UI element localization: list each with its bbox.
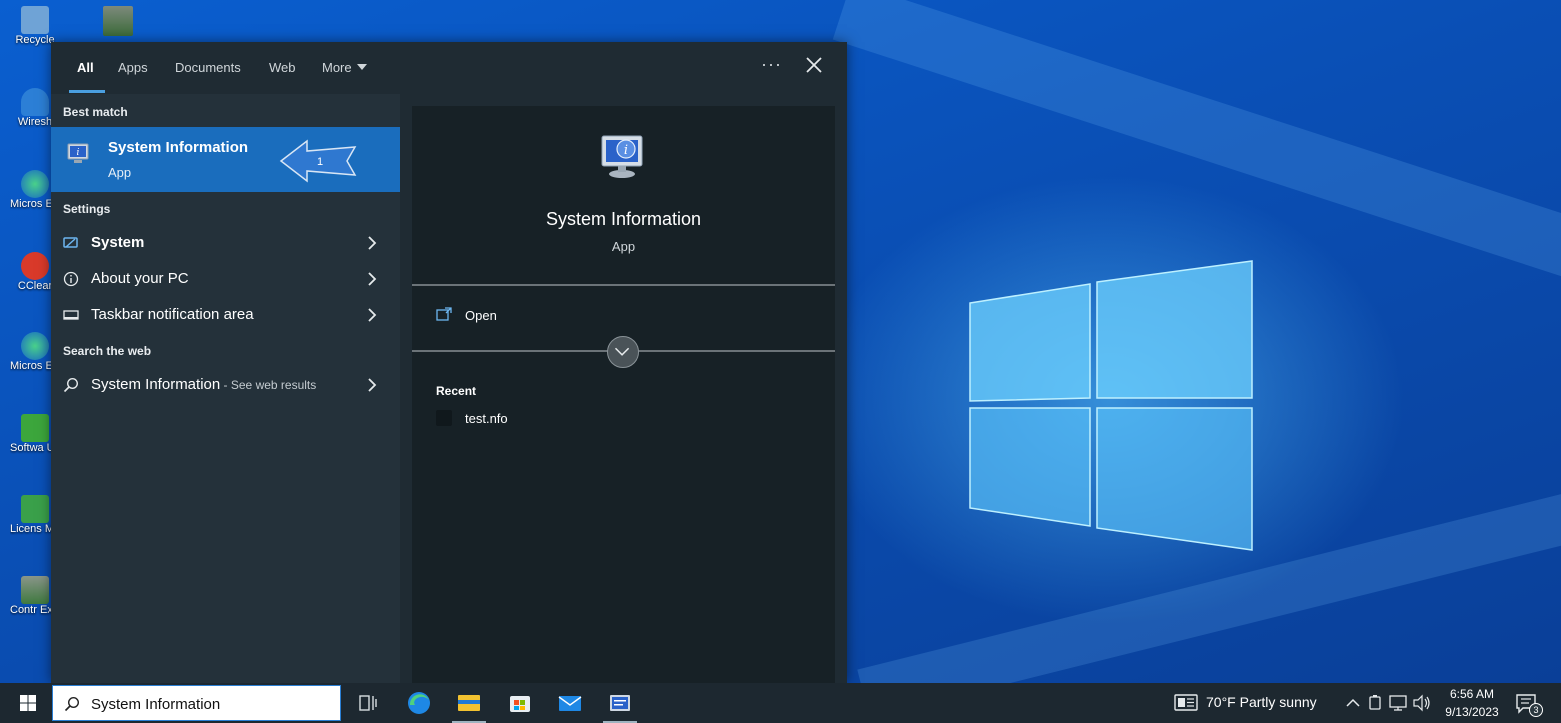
results-list: Best match i System Information App 1 Se… xyxy=(51,94,400,683)
control-expert-icon xyxy=(21,576,49,604)
clock-time: 6:56 AM xyxy=(1449,687,1495,701)
tab-documents[interactable]: Documents xyxy=(175,60,241,75)
divider xyxy=(412,284,835,286)
recent-item-label: test.nfo xyxy=(465,411,508,426)
web-search-result[interactable]: System Information - See web results xyxy=(51,368,400,402)
notification-count-badge: 3 xyxy=(1529,703,1543,717)
start-button[interactable] xyxy=(8,683,48,723)
system-information-icon: i xyxy=(67,143,89,163)
edge-icon xyxy=(21,332,49,360)
search-icon xyxy=(64,696,80,712)
annotation-number: 1 xyxy=(317,156,323,168)
open-label: Open xyxy=(465,308,497,323)
caret-down-icon xyxy=(356,64,367,70)
open-window-icon xyxy=(436,307,452,321)
taskbar-app-mail[interactable] xyxy=(547,683,593,723)
settings-item-label: System xyxy=(91,234,145,251)
ccleaner-icon xyxy=(21,252,49,280)
expand-button[interactable] xyxy=(607,336,639,368)
taskbar-app-edge[interactable] xyxy=(396,683,442,723)
network-icon[interactable] xyxy=(1388,683,1408,723)
detail-pane: i System Information App Open Recent tes… xyxy=(412,106,835,683)
close-icon[interactable] xyxy=(803,54,825,76)
start-search-panel: All Apps Documents Web More ··· Best mat… xyxy=(51,42,847,683)
system-tray xyxy=(1344,683,1436,723)
mail-icon xyxy=(558,696,582,711)
weather-text: 70°F Partly sunny xyxy=(1206,694,1317,710)
settings-item-about-pc[interactable]: About your PC xyxy=(51,262,400,296)
search-value: System Information xyxy=(91,696,221,713)
power-icon[interactable] xyxy=(1366,683,1384,723)
tab-all[interactable]: All xyxy=(77,60,94,75)
license-manager-icon xyxy=(21,495,49,523)
edge-icon xyxy=(21,170,49,198)
weather-widget[interactable]: 70°F Partly sunny xyxy=(1172,683,1332,723)
action-center-button[interactable]: 3 xyxy=(1513,689,1543,719)
taskbar-app-system-information[interactable] xyxy=(597,683,643,723)
taskbar: System Information 70°F Partly sunny 6:5… xyxy=(0,683,1561,723)
more-options-button[interactable]: ··· xyxy=(761,54,782,75)
volume-icon[interactable] xyxy=(1412,683,1432,723)
desktop-icon-recycle-bin[interactable]: Recycle xyxy=(10,6,60,47)
settings-item-label: Taskbar notification area xyxy=(91,306,254,323)
tab-more-label: More xyxy=(322,60,352,75)
system-information-icon xyxy=(610,695,630,711)
system-information-large-icon: i xyxy=(601,135,643,178)
news-weather-icon xyxy=(1174,694,1198,711)
desktop-shortcut-icon[interactable] xyxy=(103,6,133,36)
windows-logo xyxy=(969,260,1253,551)
chevron-down-icon xyxy=(614,347,630,356)
detail-app-type: App xyxy=(611,239,636,254)
taskbar-app-store[interactable] xyxy=(497,683,543,723)
settings-item-label: About your PC xyxy=(91,270,189,287)
best-match-result[interactable]: i System Information App 1 xyxy=(51,127,400,192)
chevron-right-icon xyxy=(368,272,377,286)
search-web-heading: Search the web xyxy=(63,344,152,358)
task-view-button[interactable] xyxy=(345,683,391,723)
display-settings-icon xyxy=(63,237,78,248)
recent-heading: Recent xyxy=(436,384,477,398)
file-explorer-icon xyxy=(458,695,480,711)
best-match-heading: Best match xyxy=(63,105,128,119)
file-icon xyxy=(436,410,452,426)
recycle-bin-icon xyxy=(21,6,49,34)
chevron-right-icon xyxy=(368,236,377,250)
annotation-arrow-icon: 1 xyxy=(279,139,357,183)
web-search-suffix: - See web results xyxy=(220,378,317,392)
search-tabs-bar: All Apps Documents Web More ··· xyxy=(51,42,847,94)
settings-item-taskbar-notification[interactable]: Taskbar notification area xyxy=(51,298,400,332)
best-match-title: System Information xyxy=(108,139,249,156)
settings-heading: Settings xyxy=(63,202,111,216)
task-view-icon xyxy=(359,695,377,711)
chevron-right-icon xyxy=(368,308,377,322)
web-search-query: System Information xyxy=(91,376,221,393)
tab-more[interactable]: More xyxy=(322,60,367,75)
clock-date: 9/13/2023 xyxy=(1445,705,1499,719)
web-search-label: System Information - See web results xyxy=(91,376,316,393)
tab-web[interactable]: Web xyxy=(269,60,296,75)
store-icon xyxy=(510,696,530,712)
show-hidden-icons-icon[interactable] xyxy=(1344,683,1362,723)
settings-item-system[interactable]: System xyxy=(51,226,400,260)
wireshark-icon xyxy=(21,88,49,116)
taskbar-search-input[interactable]: System Information xyxy=(52,685,341,721)
taskbar-app-file-explorer[interactable] xyxy=(446,683,492,723)
software-updater-icon xyxy=(21,414,49,442)
taskbar-icon xyxy=(63,310,79,320)
edge-icon xyxy=(408,692,430,714)
best-match-subtitle: App xyxy=(108,165,132,180)
detail-app-name: System Information xyxy=(545,209,702,229)
svg-text:i: i xyxy=(624,143,628,158)
svg-text:i: i xyxy=(77,148,80,158)
tab-apps[interactable]: Apps xyxy=(118,60,148,75)
search-icon xyxy=(63,377,79,393)
recent-item[interactable]: test.nfo xyxy=(436,408,736,430)
open-action[interactable]: Open xyxy=(436,305,636,329)
chevron-right-icon xyxy=(368,378,377,392)
info-icon xyxy=(63,271,79,287)
clock[interactable]: 6:56 AM 9/13/2023 xyxy=(1438,686,1506,720)
active-tab-indicator xyxy=(69,90,105,93)
